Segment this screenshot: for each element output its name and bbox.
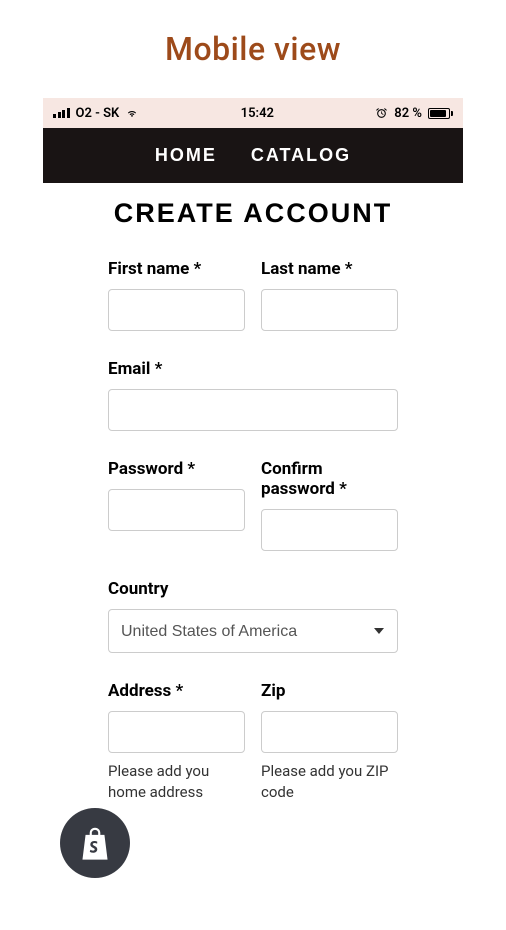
form-title: CREATE ACCOUNT xyxy=(43,198,463,229)
battery-percent: 82 % xyxy=(394,106,422,121)
last-name-input[interactable] xyxy=(261,289,398,331)
password-input[interactable] xyxy=(108,489,245,531)
shopify-bag-icon xyxy=(78,824,112,862)
address-label: Address * xyxy=(108,681,245,701)
email-label: Email * xyxy=(108,359,398,379)
first-name-label: First name * xyxy=(108,259,245,279)
confirm-password-input[interactable] xyxy=(261,509,398,551)
create-account-form: First name * Last name * Email * Passwor… xyxy=(43,259,463,803)
zip-input[interactable] xyxy=(261,711,398,753)
password-label: Password * xyxy=(108,459,245,479)
shopify-badge[interactable] xyxy=(60,808,130,878)
last-name-label: Last name * xyxy=(261,259,398,279)
signal-icon xyxy=(53,108,70,118)
nav-home[interactable]: HOME xyxy=(155,145,217,166)
zip-helper: Please add you ZIP code xyxy=(261,761,398,803)
country-select[interactable]: United States of America xyxy=(108,609,398,653)
confirm-password-label: Confirm password * xyxy=(261,459,398,499)
nav-catalog[interactable]: CATALOG xyxy=(251,145,351,166)
carrier-label: O2 - SK xyxy=(76,106,120,121)
country-label: Country xyxy=(108,579,398,599)
wifi-icon xyxy=(125,106,139,120)
email-input[interactable] xyxy=(108,389,398,431)
address-input[interactable] xyxy=(108,711,245,753)
mobile-device-frame: O2 - SK 15:42 82 % HOME CATALOG CREATE A… xyxy=(43,98,463,803)
alarm-icon xyxy=(375,107,388,120)
status-right: 82 % xyxy=(375,106,453,121)
nav-bar: HOME CATALOG xyxy=(43,128,463,183)
address-helper: Please add you home address xyxy=(108,761,245,803)
status-time: 15:42 xyxy=(241,106,274,121)
status-bar: O2 - SK 15:42 82 % xyxy=(43,98,463,128)
battery-icon xyxy=(428,108,453,119)
first-name-input[interactable] xyxy=(108,289,245,331)
status-left: O2 - SK xyxy=(53,106,139,121)
zip-label: Zip xyxy=(261,681,398,701)
page-title: Mobile view xyxy=(0,30,506,68)
